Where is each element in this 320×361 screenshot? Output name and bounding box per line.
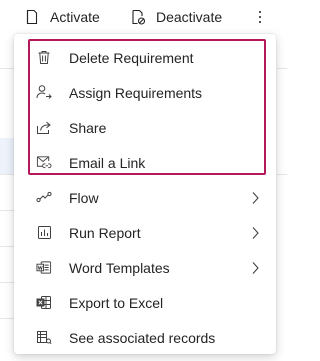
menu-item-run-report[interactable]: Run Report	[14, 215, 276, 250]
more-commands-button[interactable]	[250, 0, 270, 34]
menu-item-delete-requirement[interactable]: Delete Requirement	[14, 40, 276, 75]
background-divider	[0, 210, 14, 211]
background-divider	[0, 318, 14, 319]
command-bar: Activate Deactivate	[0, 0, 287, 34]
menu-item-email-a-link[interactable]: Email a Link	[14, 145, 276, 180]
deactivate-label: Deactivate	[156, 9, 223, 25]
mail-link-icon	[36, 154, 52, 170]
menu-item-label: Word Templates	[69, 259, 170, 276]
background-divider	[277, 68, 287, 69]
person-arrow-icon	[36, 84, 52, 100]
deactivate-icon	[130, 9, 146, 25]
menu-item-label: See associated records	[69, 329, 216, 346]
menu-item-export-to-excel[interactable]: Export to Excel	[14, 285, 276, 320]
deactivate-button[interactable]: Deactivate	[130, 0, 222, 34]
activate-button[interactable]: Activate	[24, 0, 100, 34]
menu-item-assign-requirements[interactable]: Assign Requirements	[14, 75, 276, 110]
chevron-right-icon	[250, 191, 260, 205]
activate-label: Activate	[50, 9, 100, 25]
overflow-menu: Delete Requirement Assign Requirements S…	[14, 34, 276, 354]
trash-icon	[36, 49, 52, 65]
menu-item-see-associated-records[interactable]: See associated records	[14, 320, 276, 355]
menu-item-word-templates[interactable]: Word Templates	[14, 250, 276, 285]
flow-icon	[36, 189, 52, 205]
background-divider	[0, 246, 14, 247]
associated-records-icon	[36, 329, 52, 345]
menu-item-label: Run Report	[69, 224, 141, 241]
menu-item-label: Share	[69, 119, 107, 136]
menu-item-share[interactable]: Share	[14, 110, 276, 145]
menu-item-label: Flow	[69, 189, 99, 206]
background-divider	[0, 174, 14, 175]
word-icon	[36, 259, 52, 275]
menu-item-label: Export to Excel	[69, 294, 164, 311]
excel-icon	[36, 294, 52, 310]
report-icon	[36, 224, 52, 240]
background-divider	[0, 68, 14, 69]
menu-item-label: Assign Requirements	[69, 84, 203, 101]
menu-item-label: Email a Link	[69, 154, 146, 171]
background-divider	[277, 174, 287, 175]
chevron-right-icon	[250, 261, 260, 275]
background-row-highlight	[0, 138, 14, 174]
background-divider	[0, 282, 14, 283]
activate-icon	[24, 9, 40, 25]
share-icon	[36, 119, 52, 135]
menu-item-flow[interactable]: Flow	[14, 180, 276, 215]
more-vertical-icon	[258, 10, 262, 24]
chevron-right-icon	[250, 226, 260, 240]
menu-item-label: Delete Requirement	[69, 49, 194, 66]
